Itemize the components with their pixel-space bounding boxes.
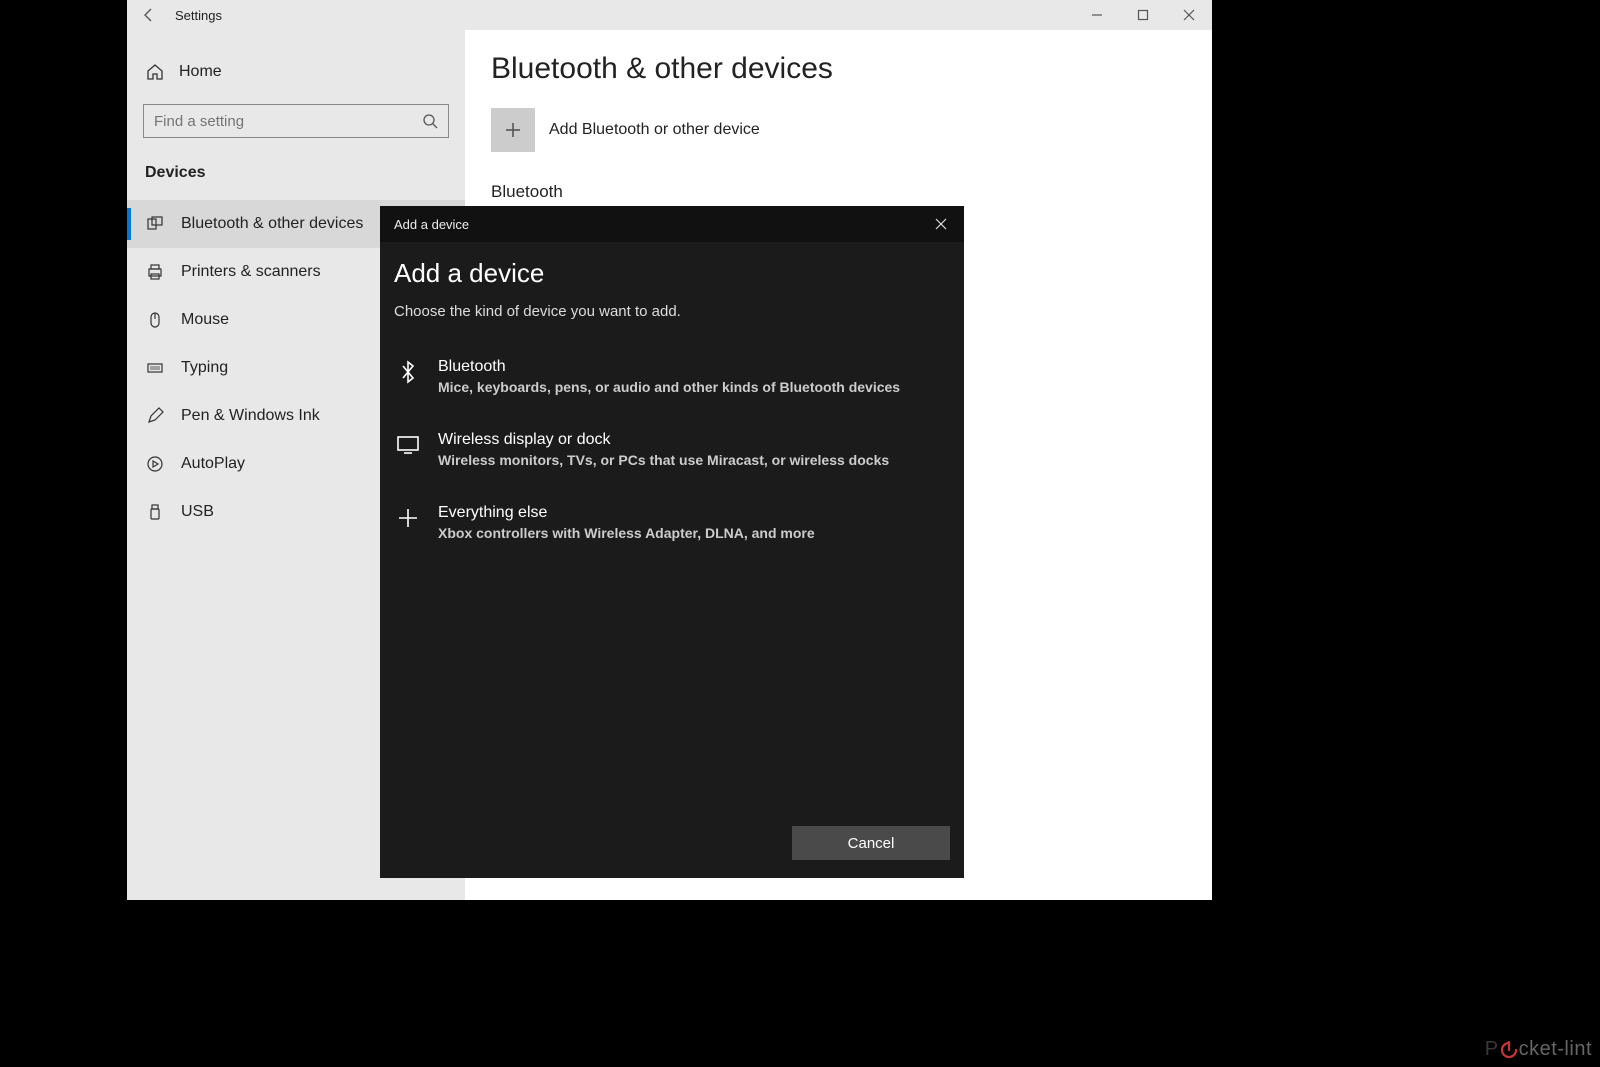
add-tile — [491, 108, 535, 152]
option-texts: Bluetooth Mice, keyboards, pens, or audi… — [438, 358, 948, 395]
printer-icon — [145, 262, 165, 282]
dialog-subtitle: Choose the kind of device you want to ad… — [394, 303, 950, 320]
plus-icon — [396, 506, 420, 530]
dialog-option-bluetooth[interactable]: Bluetooth Mice, keyboards, pens, or audi… — [394, 344, 950, 417]
search-input[interactable] — [154, 113, 422, 130]
watermark-rest: cket-lint — [1519, 1038, 1592, 1061]
usb-icon — [145, 502, 165, 522]
bluetooth-devices-icon — [145, 214, 165, 234]
pen-icon — [145, 406, 165, 426]
dialog-footer: Cancel — [380, 826, 964, 878]
sidebar-item-label: Typing — [181, 359, 228, 377]
mouse-icon — [145, 310, 165, 330]
option-texts: Wireless display or dock Wireless monito… — [438, 431, 948, 468]
dialog-heading: Add a device — [394, 258, 950, 289]
minimize-button[interactable] — [1074, 0, 1120, 30]
sidebar-item-label: Bluetooth & other devices — [181, 215, 363, 233]
cancel-button[interactable]: Cancel — [792, 826, 950, 860]
sidebar-item-label: Printers & scanners — [181, 263, 321, 281]
sidebar-item-label: AutoPlay — [181, 455, 245, 473]
search-wrap — [127, 92, 465, 158]
option-desc: Wireless monitors, TVs, or PCs that use … — [438, 452, 948, 468]
watermark-p: P — [1485, 1038, 1499, 1061]
home-icon — [145, 62, 165, 82]
search-box[interactable] — [143, 104, 449, 138]
sidebar-category: Devices — [127, 158, 465, 200]
sidebar-item-label: USB — [181, 503, 214, 521]
dialog-close-button[interactable] — [918, 206, 964, 242]
home-label: Home — [179, 63, 222, 81]
dialog-option-wireless-display[interactable]: Wireless display or dock Wireless monito… — [394, 417, 950, 490]
maximize-button[interactable] — [1120, 0, 1166, 30]
section-header-bluetooth: Bluetooth — [491, 182, 1186, 202]
dialog-body: Add a device Choose the kind of device y… — [380, 242, 964, 826]
sidebar-item-label: Pen & Windows Ink — [181, 407, 320, 425]
window-title: Settings — [175, 8, 222, 23]
window-controls — [1074, 0, 1212, 30]
add-device-label: Add Bluetooth or other device — [549, 121, 760, 139]
sidebar-item-home[interactable]: Home — [127, 52, 465, 92]
dialog-titlebar-text: Add a device — [394, 217, 469, 232]
option-texts: Everything else Xbox controllers with Wi… — [438, 504, 948, 541]
option-title: Bluetooth — [438, 358, 948, 376]
option-title: Everything else — [438, 504, 948, 522]
option-title: Wireless display or dock — [438, 431, 948, 449]
dialog-option-everything-else[interactable]: Everything else Xbox controllers with Wi… — [394, 490, 950, 563]
search-icon — [422, 113, 438, 129]
display-icon — [396, 433, 420, 457]
add-device-row[interactable]: Add Bluetooth or other device — [491, 108, 1186, 152]
add-device-dialog: Add a device Add a device Choose the kin… — [380, 206, 964, 878]
back-button[interactable] — [127, 0, 171, 30]
cancel-label: Cancel — [848, 835, 895, 852]
watermark: P cket-lint — [1485, 1038, 1592, 1061]
bluetooth-icon — [396, 360, 420, 384]
autoplay-icon — [145, 454, 165, 474]
sidebar-item-label: Mouse — [181, 311, 229, 329]
close-button[interactable] — [1166, 0, 1212, 30]
titlebar: Settings — [127, 0, 1212, 30]
option-desc: Mice, keyboards, pens, or audio and othe… — [438, 379, 948, 395]
dialog-titlebar: Add a device — [380, 206, 964, 242]
option-desc: Xbox controllers with Wireless Adapter, … — [438, 525, 948, 541]
page-title: Bluetooth & other devices — [491, 52, 1186, 86]
keyboard-icon — [145, 358, 165, 378]
